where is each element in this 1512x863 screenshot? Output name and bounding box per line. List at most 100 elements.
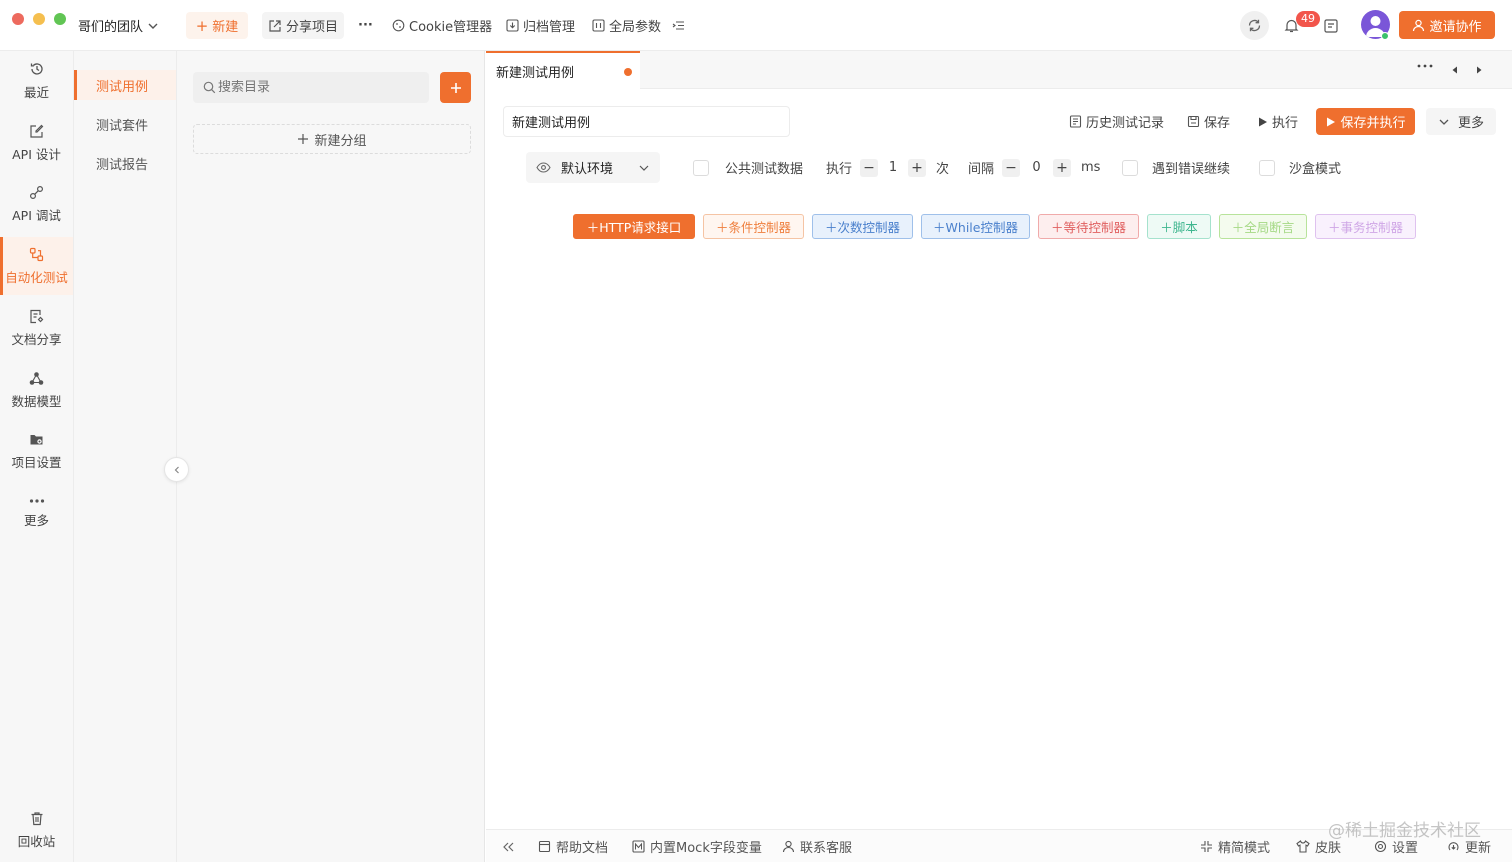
test-case-name-field[interactable]: 新建测试用例: [503, 106, 790, 137]
sub-nav-test-reports[interactable]: 测试报告: [74, 148, 176, 178]
nav-item-api-debug[interactable]: API 调试: [0, 175, 73, 233]
interval-control: 间隔 − 0 + ms: [968, 158, 1100, 177]
cookie-icon: [392, 19, 405, 32]
run-button[interactable]: 执行: [1257, 112, 1298, 131]
public-test-data-option[interactable]: 公共测试数据: [693, 158, 803, 177]
nav-item-api-design[interactable]: API 设计: [0, 114, 73, 172]
continue-on-error-option[interactable]: 遇到错误继续: [1122, 158, 1230, 177]
sync-button[interactable]: [1240, 11, 1269, 40]
nav-item-recent[interactable]: 最近: [0, 52, 73, 110]
nav-item-doc-share[interactable]: 文档分享: [0, 299, 73, 357]
tab-title: 新建测试用例: [496, 66, 575, 81]
sandbox-mode-option[interactable]: 沙盒模式: [1259, 158, 1341, 177]
add-while-controller-button[interactable]: ＋ While控制器: [921, 214, 1030, 239]
clock-icon: [29, 61, 45, 77]
search-icon: [203, 81, 216, 94]
folder-gear-icon: [29, 432, 44, 447]
window-close-button[interactable]: [12, 13, 24, 25]
new-group-button[interactable]: 新建分组: [193, 124, 471, 154]
nav-item-more[interactable]: 更多: [0, 484, 73, 542]
add-transaction-controller-button[interactable]: ＋事务控制器: [1315, 214, 1416, 239]
add-global-assert-button[interactable]: ＋全局断言: [1219, 214, 1307, 239]
add-directory-button[interactable]: [440, 72, 471, 103]
play-icon: [1257, 116, 1268, 128]
contact-support-button[interactable]: 联系客服: [782, 830, 852, 863]
nav-label: 项目设置: [11, 454, 62, 470]
window-minimize-button[interactable]: [33, 13, 45, 25]
user-icon: [1412, 19, 1425, 32]
help-docs-button[interactable]: 帮助文档: [538, 830, 608, 863]
add-wait-controller-button[interactable]: ＋等待控制器: [1038, 214, 1139, 239]
archive-manager-button[interactable]: 归档管理: [506, 12, 575, 39]
play-icon: [1325, 116, 1336, 128]
add-script-button[interactable]: ＋脚本: [1147, 214, 1211, 239]
feedback-button[interactable]: [1323, 12, 1339, 39]
tab-more-button[interactable]: [1417, 63, 1433, 69]
sandbox-mode-checkbox[interactable]: [1259, 159, 1275, 176]
new-button[interactable]: + 新建: [186, 12, 248, 39]
nav-item-trash[interactable]: 回收站: [0, 801, 73, 859]
new-button-label: 新建: [212, 20, 239, 35]
save-button[interactable]: 保存: [1187, 112, 1230, 131]
add-http-request-button[interactable]: ＋ HTTP请求接口: [573, 214, 695, 239]
controller-label: HTTP请求接口: [599, 220, 682, 235]
sub-nav-label: 测试用例: [96, 79, 149, 95]
online-status-dot: [1381, 32, 1389, 40]
model-icon: [29, 371, 44, 386]
sub-nav-test-cases[interactable]: 测试用例: [74, 70, 176, 100]
cookie-manager-button[interactable]: Cookie管理器: [392, 12, 492, 39]
search-input[interactable]: [218, 80, 418, 95]
team-selector[interactable]: 哥们的团队: [78, 12, 159, 39]
nav-label: 文档分享: [11, 331, 62, 347]
collapse-menu-button[interactable]: [672, 12, 685, 39]
search-box[interactable]: [193, 72, 429, 103]
share-project-button[interactable]: 分享项目: [262, 12, 344, 39]
run-count-decrement-button[interactable]: −: [860, 158, 879, 177]
book-icon: [538, 840, 551, 853]
sub-nav-label: 测试套件: [96, 118, 149, 134]
collapse-sidebar-button[interactable]: [164, 457, 189, 482]
more-dots-icon: ···: [358, 18, 373, 33]
mock-variables-button[interactable]: 内置Mock字段变量: [632, 830, 762, 863]
controller-label: 全局断言: [1244, 220, 1295, 235]
share-project-label: 分享项目: [285, 20, 338, 35]
window-maximize-button[interactable]: [54, 13, 66, 25]
notification-count-badge: 49: [1296, 11, 1320, 27]
nav-item-project-settings[interactable]: 项目设置: [0, 422, 73, 480]
toolbar-more-button[interactable]: ···: [358, 12, 373, 39]
add-count-controller-button[interactable]: ＋次数控制器: [812, 214, 913, 239]
more-actions-button[interactable]: 更多: [1426, 108, 1496, 135]
interval-input[interactable]: 0: [1020, 160, 1053, 175]
continue-on-error-label: 遇到错误继续: [1152, 162, 1231, 177]
plus-icon: ＋: [1327, 220, 1341, 235]
continue-on-error-checkbox[interactable]: [1122, 159, 1138, 176]
tab-new-test-case[interactable]: 新建测试用例: [486, 51, 640, 90]
save-and-run-button[interactable]: 保存并执行: [1316, 108, 1415, 135]
plus-icon: ＋: [1050, 220, 1064, 235]
run-count-input[interactable]: 1: [878, 160, 908, 175]
add-condition-controller-button[interactable]: ＋条件控制器: [703, 214, 804, 239]
invite-collaborate-button[interactable]: 邀请协作: [1399, 11, 1495, 39]
plus-icon: ＋: [1231, 220, 1245, 235]
compress-icon: [1200, 840, 1213, 853]
more-dots-icon: [1417, 64, 1433, 68]
plus-icon: [297, 133, 309, 145]
sub-nav-test-suites[interactable]: 测试套件: [74, 109, 176, 139]
compact-mode-button[interactable]: 精简模式: [1200, 830, 1270, 863]
interval-decrement-button[interactable]: −: [1002, 158, 1021, 177]
interval-increment-button[interactable]: +: [1053, 158, 1072, 177]
interval-unit: ms: [1081, 160, 1101, 175]
run-count-increment-button[interactable]: +: [908, 158, 927, 177]
collapse-left-button[interactable]: [502, 830, 515, 863]
environment-select[interactable]: 默认环境: [526, 152, 660, 183]
global-params-button[interactable]: 全局参数: [592, 12, 661, 39]
nav-item-automation-test[interactable]: 自动化测试: [0, 237, 73, 295]
tab-next-button[interactable]: [1474, 65, 1484, 75]
history-records-button[interactable]: 历史测试记录: [1069, 112, 1164, 131]
plus-icon: ＋: [586, 220, 600, 235]
nav-item-data-model[interactable]: 数据模型: [0, 361, 73, 419]
menu-fold-icon: [672, 19, 685, 32]
save-and-run-label: 保存并执行: [1340, 116, 1406, 131]
tab-prev-button[interactable]: [1450, 65, 1460, 75]
public-test-data-checkbox[interactable]: [693, 159, 709, 176]
